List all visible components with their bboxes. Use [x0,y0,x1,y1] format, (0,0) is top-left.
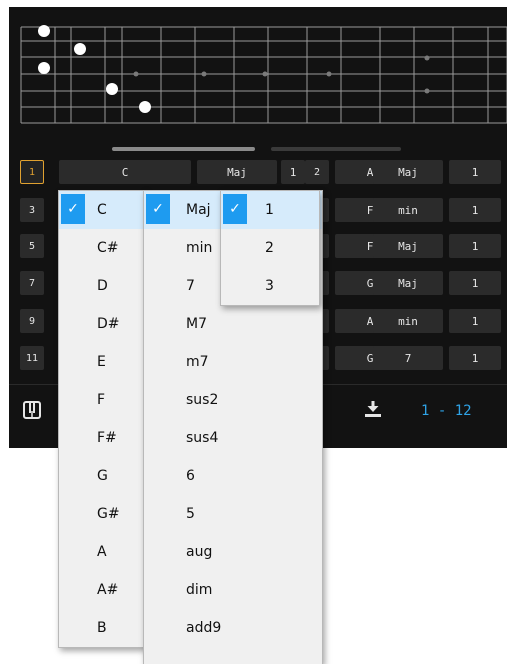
piano-icon[interactable] [22,400,42,420]
finger-dot [106,83,118,95]
row-number-cell[interactable]: 9 [20,309,44,333]
fretboard-diagram [20,25,507,124]
menu-item-label: 2 [265,240,274,256]
menu-item-label: B [97,620,107,636]
chord-cell[interactable]: min [373,198,443,222]
chord-cell[interactable]: C [59,160,191,184]
chord-cell[interactable]: Maj [373,234,443,258]
download-icon[interactable] [362,398,384,420]
quality-menu-item[interactable]: 6 [144,457,322,495]
root-menu-item[interactable]: A [59,533,145,571]
root-menu-item[interactable]: E [59,343,145,381]
finger-dot [74,43,86,55]
root-menu-item[interactable]: D# [59,305,145,343]
menu-item-label: sus2 [186,392,219,408]
row-number-cell[interactable]: 3 [20,198,44,222]
check-icon: ✓ [223,194,247,224]
menu-item-label: 3 [265,278,274,294]
quality-menu-item[interactable]: 5 [144,495,322,533]
root-menu-item[interactable]: B [59,609,145,647]
menu-item-label: A [97,544,107,560]
check-icon: ✓ [61,194,85,224]
fret-marker [424,55,430,61]
quality-menu-item[interactable]: aug [144,533,322,571]
menu-item-label: G# [97,506,120,522]
menu-item-label: G [97,468,108,484]
menu-item-label: add9 [186,620,222,636]
fretboard-scrollbar-track[interactable] [271,147,401,151]
menu-item-label: sus4 [186,430,219,446]
fret-marker [424,88,430,94]
chord-cell[interactable]: 1 [449,234,501,258]
menu-item-label: min [186,240,213,256]
quality-menu-item[interactable]: sus2 [144,381,322,419]
row-number-cell[interactable]: 11 [20,346,44,370]
chord-cell[interactable]: 1 [449,271,501,295]
root-menu-item[interactable]: C# [59,229,145,267]
voicing-menu: ✓ 1 2 3 [220,190,320,306]
menu-item-label: Maj [186,202,211,218]
fret-marker [262,71,268,77]
fretboard-scrollbar-thumb[interactable] [112,147,255,151]
chord-cell[interactable]: 7 [373,346,443,370]
menu-item-label: A# [97,582,119,598]
chord-cell[interactable]: 1 [281,160,305,184]
chord-cell[interactable]: 1 [449,309,501,333]
root-menu-item[interactable]: F [59,381,145,419]
menu-item-label: 6 [186,468,195,484]
root-menu-item[interactable]: G [59,457,145,495]
menu-item-label: F [97,392,106,408]
quality-menu-item[interactable]: dim [144,571,322,609]
row-number-cell[interactable]: 5 [20,234,44,258]
menu-item-label: 1 [265,202,274,218]
chord-cell[interactable]: Maj [373,160,443,184]
quality-menu-item[interactable]: sus4 [144,419,322,457]
quality-menu-item[interactable]: add9 [144,609,322,647]
chord-cell[interactable]: 2 [305,160,329,184]
menu-item-label: aug [186,544,213,560]
fret-marker [201,71,207,77]
menu-item-label: m7 [186,354,209,370]
menu-item-label: 5 [186,506,195,522]
menu-item-label: C# [97,240,119,256]
menu-item-label: 7 [186,278,195,294]
fret-marker [326,71,332,77]
fret-marker [133,71,139,77]
root-menu-item[interactable]: F# [59,419,145,457]
root-menu-item[interactable]: D [59,267,145,305]
check-icon: ✓ [146,194,170,224]
voicing-menu-item[interactable]: 2 [221,229,319,267]
quality-menu-item[interactable]: M7 [144,305,322,343]
menu-item-label: D# [97,316,120,332]
chord-cell[interactable]: Maj [373,271,443,295]
quality-menu-item[interactable]: m7 [144,343,322,381]
menu-item-label: D [97,278,108,294]
root-menu-item[interactable]: G# [59,495,145,533]
finger-dot [38,62,50,74]
menu-item-label: M7 [186,316,207,332]
root-note-menu: ✓ C C# D D# E F F# G G# A A# B [58,190,146,648]
chord-cell[interactable]: min [373,309,443,333]
root-menu-item[interactable]: A# [59,571,145,609]
voicing-menu-item[interactable]: 3 [221,267,319,305]
finger-dot [38,25,50,37]
menu-item-label: dim [186,582,213,598]
menu-item-label: E [97,354,106,370]
finger-dot [139,101,151,113]
row-number-cell[interactable]: 1 [20,160,44,184]
chord-cell[interactable]: 1 [449,160,501,184]
root-menu-item[interactable]: ✓ C [59,191,145,229]
chord-cell[interactable]: Maj [197,160,277,184]
menu-item-label: C [97,202,107,218]
menu-item-label: F# [97,430,117,446]
page-range-label[interactable]: 1 - 12 [421,403,472,419]
row-number-cell[interactable]: 7 [20,271,44,295]
chord-cell[interactable]: 1 [449,198,501,222]
chord-cell[interactable]: 1 [449,346,501,370]
voicing-menu-item[interactable]: ✓ 1 [221,191,319,229]
